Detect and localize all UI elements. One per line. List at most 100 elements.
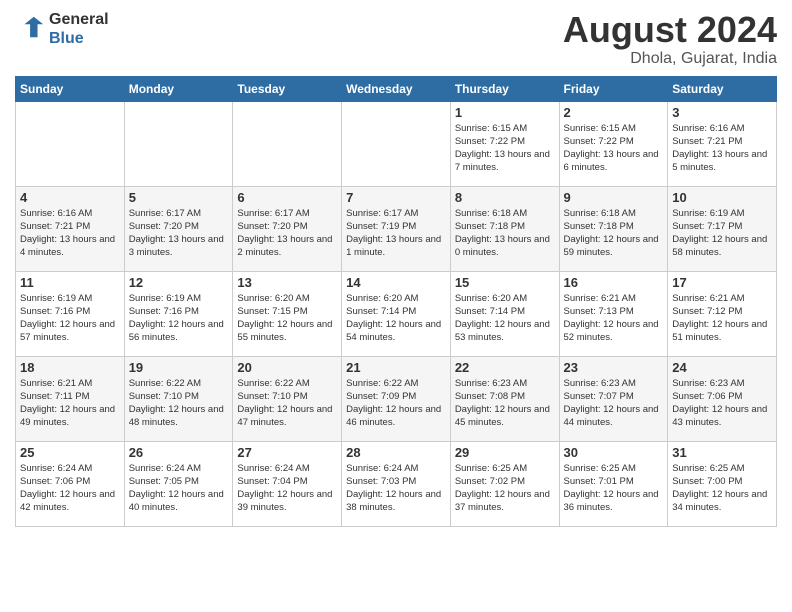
day-number: 5 <box>129 190 229 205</box>
day-number: 26 <box>129 445 229 460</box>
day-info: Sunrise: 6:18 AM Sunset: 7:18 PM Dayligh… <box>455 207 555 260</box>
calendar-cell: 8 Sunrise: 6:18 AM Sunset: 7:18 PM Daylig… <box>450 186 559 271</box>
day-number: 27 <box>237 445 337 460</box>
day-number: 21 <box>346 360 446 375</box>
calendar-table: SundayMondayTuesdayWednesdayThursdayFrid… <box>15 76 777 527</box>
day-info: Sunrise: 6:22 AM Sunset: 7:09 PM Dayligh… <box>346 377 446 430</box>
logo-icon <box>17 13 45 41</box>
calendar-cell: 1 Sunrise: 6:15 AM Sunset: 7:22 PM Daylig… <box>450 101 559 186</box>
day-number: 1 <box>455 105 555 120</box>
week-row-4: 18 Sunrise: 6:21 AM Sunset: 7:11 PM Dayli… <box>16 356 777 441</box>
day-info: Sunrise: 6:24 AM Sunset: 7:05 PM Dayligh… <box>129 462 229 515</box>
calendar-cell: 10 Sunrise: 6:19 AM Sunset: 7:17 PM Dayli… <box>668 186 777 271</box>
title-block: August 2024 Dhola, Gujarat, India <box>563 10 777 68</box>
page-subtitle: Dhola, Gujarat, India <box>563 50 777 68</box>
day-info: Sunrise: 6:15 AM Sunset: 7:22 PM Dayligh… <box>455 122 555 175</box>
day-number: 16 <box>564 275 664 290</box>
day-info: Sunrise: 6:16 AM Sunset: 7:21 PM Dayligh… <box>20 207 120 260</box>
day-info: Sunrise: 6:17 AM Sunset: 7:19 PM Dayligh… <box>346 207 446 260</box>
calendar-cell: 13Sunrise: 6:20 AM Sunset: 7:15 PM Dayli… <box>233 271 342 356</box>
week-row-3: 11Sunrise: 6:19 AM Sunset: 7:16 PM Dayli… <box>16 271 777 356</box>
calendar-cell: 19Sunrise: 6:22 AM Sunset: 7:10 PM Dayli… <box>124 356 233 441</box>
page-header: General Blue August 2024 Dhola, Gujarat,… <box>15 10 777 68</box>
day-info: Sunrise: 6:21 AM Sunset: 7:11 PM Dayligh… <box>20 377 120 430</box>
logo-general: General <box>49 10 109 29</box>
day-info: Sunrise: 6:20 AM Sunset: 7:15 PM Dayligh… <box>237 292 337 345</box>
calendar-cell: 29 Sunrise: 6:25 AM Sunset: 7:02 PM Dayli… <box>450 441 559 526</box>
day-info: Sunrise: 6:24 AM Sunset: 7:03 PM Dayligh… <box>346 462 446 515</box>
logo-blue: Blue <box>49 29 109 48</box>
calendar-cell: 27 Sunrise: 6:24 AM Sunset: 7:04 PM Dayli… <box>233 441 342 526</box>
day-info: Sunrise: 6:24 AM Sunset: 7:06 PM Dayligh… <box>20 462 120 515</box>
calendar-cell: 26 Sunrise: 6:24 AM Sunset: 7:05 PM Dayli… <box>124 441 233 526</box>
day-header-wednesday: Wednesday <box>342 76 451 101</box>
calendar-cell: 15 Sunrise: 6:20 AM Sunset: 7:14 PM Dayli… <box>450 271 559 356</box>
day-info: Sunrise: 6:25 AM Sunset: 7:00 PM Dayligh… <box>672 462 772 515</box>
calendar-cell <box>124 101 233 186</box>
calendar-cell <box>233 101 342 186</box>
day-info: Sunrise: 6:20 AM Sunset: 7:14 PM Dayligh… <box>346 292 446 345</box>
day-number: 15 <box>455 275 555 290</box>
day-header-monday: Monday <box>124 76 233 101</box>
day-number: 9 <box>564 190 664 205</box>
calendar-cell: 17Sunrise: 6:21 AM Sunset: 7:12 PM Dayli… <box>668 271 777 356</box>
day-number: 14 <box>346 275 446 290</box>
day-number: 3 <box>672 105 772 120</box>
day-info: Sunrise: 6:23 AM Sunset: 7:07 PM Dayligh… <box>564 377 664 430</box>
calendar-cell: 18 Sunrise: 6:21 AM Sunset: 7:11 PM Dayli… <box>16 356 125 441</box>
day-info: Sunrise: 6:15 AM Sunset: 7:22 PM Dayligh… <box>564 122 664 175</box>
calendar-cell: 28 Sunrise: 6:24 AM Sunset: 7:03 PM Dayli… <box>342 441 451 526</box>
day-number: 22 <box>455 360 555 375</box>
day-info: Sunrise: 6:23 AM Sunset: 7:06 PM Dayligh… <box>672 377 772 430</box>
calendar-cell: 21 Sunrise: 6:22 AM Sunset: 7:09 PM Dayli… <box>342 356 451 441</box>
day-info: Sunrise: 6:24 AM Sunset: 7:04 PM Dayligh… <box>237 462 337 515</box>
day-number: 23 <box>564 360 664 375</box>
day-info: Sunrise: 6:25 AM Sunset: 7:01 PM Dayligh… <box>564 462 664 515</box>
logo: General Blue <box>15 10 109 48</box>
day-info: Sunrise: 6:21 AM Sunset: 7:13 PM Dayligh… <box>564 292 664 345</box>
calendar-cell: 4Sunrise: 6:16 AM Sunset: 7:21 PM Daylig… <box>16 186 125 271</box>
day-info: Sunrise: 6:18 AM Sunset: 7:18 PM Dayligh… <box>564 207 664 260</box>
day-info: Sunrise: 6:23 AM Sunset: 7:08 PM Dayligh… <box>455 377 555 430</box>
day-number: 31 <box>672 445 772 460</box>
day-header-friday: Friday <box>559 76 668 101</box>
day-number: 8 <box>455 190 555 205</box>
day-number: 18 <box>20 360 120 375</box>
day-info: Sunrise: 6:19 AM Sunset: 7:16 PM Dayligh… <box>129 292 229 345</box>
calendar-cell: 22 Sunrise: 6:23 AM Sunset: 7:08 PM Dayli… <box>450 356 559 441</box>
day-number: 28 <box>346 445 446 460</box>
day-info: Sunrise: 6:25 AM Sunset: 7:02 PM Dayligh… <box>455 462 555 515</box>
calendar-cell <box>16 101 125 186</box>
day-number: 29 <box>455 445 555 460</box>
day-header-saturday: Saturday <box>668 76 777 101</box>
day-info: Sunrise: 6:19 AM Sunset: 7:17 PM Dayligh… <box>672 207 772 260</box>
day-info: Sunrise: 6:16 AM Sunset: 7:21 PM Dayligh… <box>672 122 772 175</box>
calendar-cell: 31 Sunrise: 6:25 AM Sunset: 7:00 PM Dayli… <box>668 441 777 526</box>
day-number: 25 <box>20 445 120 460</box>
day-number: 12 <box>129 275 229 290</box>
week-row-2: 4Sunrise: 6:16 AM Sunset: 7:21 PM Daylig… <box>16 186 777 271</box>
calendar-cell: 20Sunrise: 6:22 AM Sunset: 7:10 PM Dayli… <box>233 356 342 441</box>
calendar-cell: 6Sunrise: 6:17 AM Sunset: 7:20 PM Daylig… <box>233 186 342 271</box>
day-header-sunday: Sunday <box>16 76 125 101</box>
day-number: 10 <box>672 190 772 205</box>
day-header-thursday: Thursday <box>450 76 559 101</box>
week-row-5: 25 Sunrise: 6:24 AM Sunset: 7:06 PM Dayli… <box>16 441 777 526</box>
day-number: 6 <box>237 190 337 205</box>
calendar-cell: 11Sunrise: 6:19 AM Sunset: 7:16 PM Dayli… <box>16 271 125 356</box>
day-number: 7 <box>346 190 446 205</box>
calendar-cell: 9 Sunrise: 6:18 AM Sunset: 7:18 PM Daylig… <box>559 186 668 271</box>
calendar-cell <box>342 101 451 186</box>
day-number: 30 <box>564 445 664 460</box>
page-title: August 2024 <box>563 10 777 50</box>
calendar-cell: 2Sunrise: 6:15 AM Sunset: 7:22 PM Daylig… <box>559 101 668 186</box>
calendar-cell: 16 Sunrise: 6:21 AM Sunset: 7:13 PM Dayli… <box>559 271 668 356</box>
calendar-cell: 23 Sunrise: 6:23 AM Sunset: 7:07 PM Dayli… <box>559 356 668 441</box>
day-info: Sunrise: 6:20 AM Sunset: 7:14 PM Dayligh… <box>455 292 555 345</box>
calendar-cell: 12 Sunrise: 6:19 AM Sunset: 7:16 PM Dayli… <box>124 271 233 356</box>
header-row: SundayMondayTuesdayWednesdayThursdayFrid… <box>16 76 777 101</box>
week-row-1: 1 Sunrise: 6:15 AM Sunset: 7:22 PM Daylig… <box>16 101 777 186</box>
calendar-cell: 14 Sunrise: 6:20 AM Sunset: 7:14 PM Dayli… <box>342 271 451 356</box>
calendar-cell: 5Sunrise: 6:17 AM Sunset: 7:20 PM Daylig… <box>124 186 233 271</box>
calendar-cell: 24Sunrise: 6:23 AM Sunset: 7:06 PM Dayli… <box>668 356 777 441</box>
